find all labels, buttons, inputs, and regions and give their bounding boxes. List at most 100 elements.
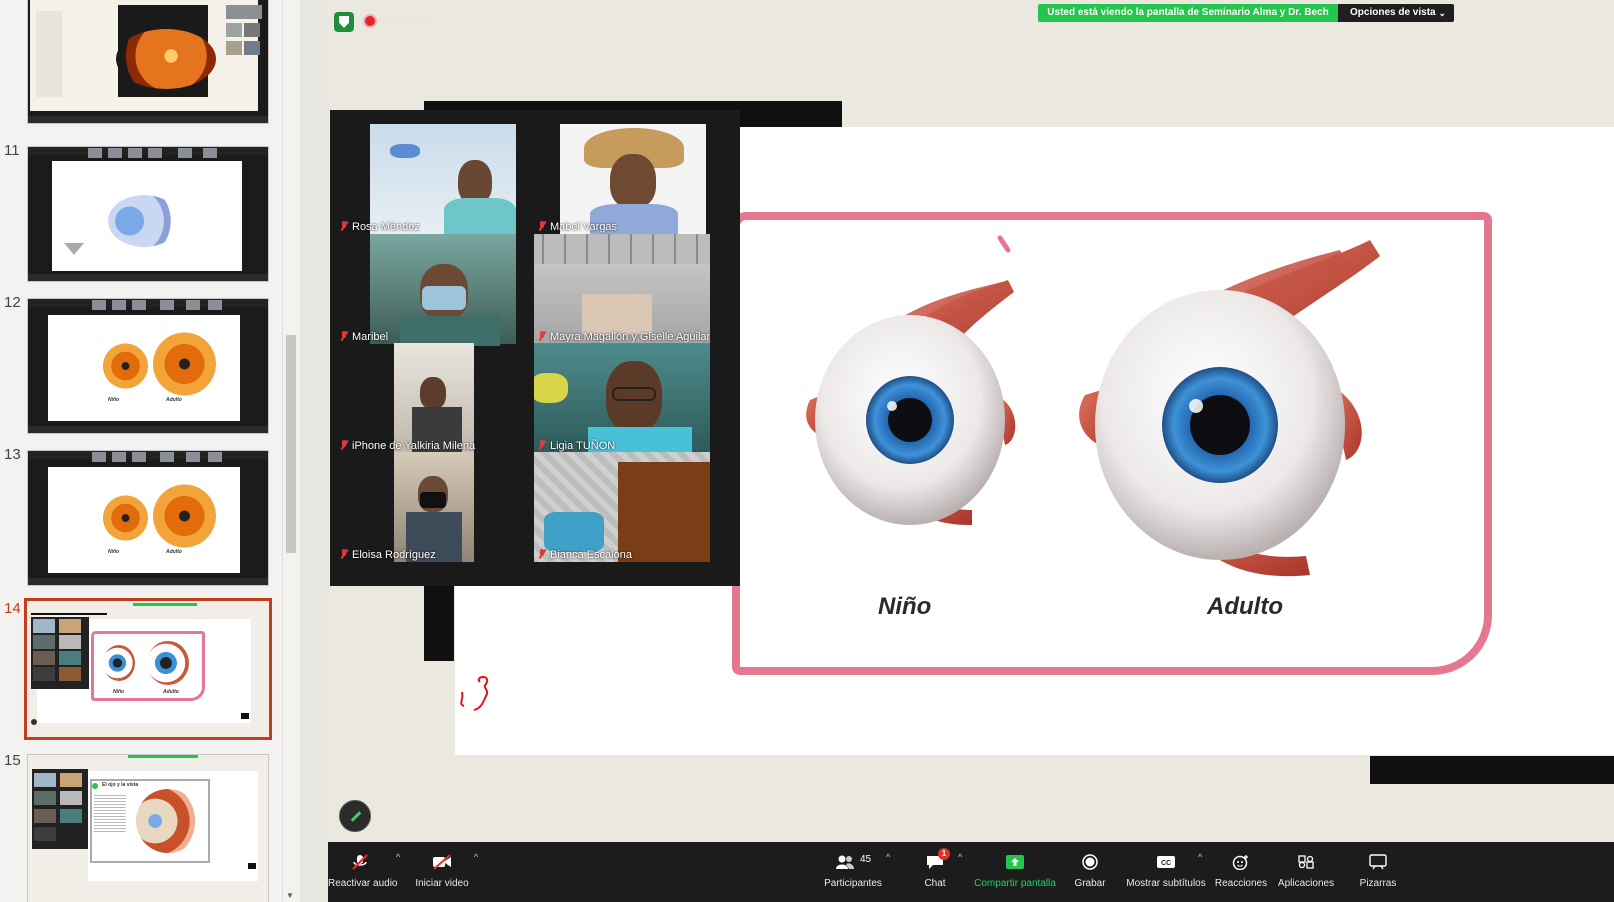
video-feed [534,234,710,344]
record-icon [1082,854,1098,870]
unmute-label: Reactivar audio [328,878,398,889]
reactions-button[interactable]: Reacciones [1214,842,1268,902]
thumbnail-frame[interactable]: Niño Adulto [27,450,269,586]
audio-options-caret-icon[interactable]: ^ [396,852,400,862]
thumbnail-number: 12 [4,294,21,311]
video-feed [560,124,706,236]
apps-button[interactable]: Aplicaciones [1272,842,1340,902]
participant-name: Ligia TUÑON [538,440,615,452]
recording-dot-icon [365,16,375,26]
muted-mic-icon [538,440,546,450]
thumbnail-label: Niño [113,689,125,695]
thumbnail-frame[interactable]: El ojo y la vista [27,754,269,902]
thumbnail-frame[interactable] [27,146,269,282]
thumbnail-number: 15 [4,752,21,769]
thumbnail-number: 14 [4,600,21,617]
video-tile[interactable]: Eloisa Rodríguez [336,452,536,564]
video-feed [534,343,710,453]
svg-text:CC: CC [1161,860,1171,867]
thumbnail-frame-active[interactable]: Niño Adulto [24,598,272,740]
meeting-toolbar: Reactivar audio ^ Iniciar video ^ 45 Par… [328,842,1614,902]
video-feed [370,124,516,236]
video-tile[interactable]: Mayra Magallón y Giselle Aguilar [534,234,734,346]
retina-image [116,29,216,89]
participant-gallery: Rosa Méndez Mabel Vargas Maribel Mayra M… [330,110,740,586]
recording-label: Grabando [380,14,429,26]
thumbnail-15[interactable]: 15 El ojo y la vista [0,750,286,902]
eye-label-adult: Adulto [1207,593,1283,620]
eye-diagram-image [108,195,180,247]
muted-mic-icon [340,440,348,450]
thumbnail-frame[interactable]: Niño Adulto [27,298,269,434]
muted-mic-icon [340,221,348,231]
video-tile[interactable]: Ligia TUÑON [534,343,734,455]
thumbnail-12[interactable]: 12 Niño Adulto [0,292,286,442]
muted-mic-icon [538,221,546,231]
view-options-button[interactable]: Opciones de vista ⌄ [1338,4,1454,22]
thumbnail-label: Adulto [163,689,179,695]
scroll-down-arrow-icon[interactable]: ▼ [286,891,294,900]
chevron-down-icon: ⌄ [1438,8,1446,18]
muted-mic-icon [340,331,348,341]
participants-icon [836,855,854,869]
share-screen-label: Compartir pantalla [974,878,1056,889]
video-feed [534,452,710,562]
view-options-label: Opciones de vista [1350,7,1436,18]
video-feed [394,452,474,562]
thumbnail-label: Adulto [166,397,182,403]
unmute-button[interactable]: Reactivar audio [328,842,398,902]
annotate-pencil-button[interactable] [339,800,371,832]
participants-label: Participantes [824,878,882,889]
participant-name: Mayra Magallón y Giselle Aguilar [538,331,710,343]
eye-illustrations [806,235,1380,577]
show-captions-button[interactable]: CC Mostrar subtítulos [1126,842,1206,902]
video-options-caret-icon[interactable]: ^ [474,852,478,862]
reactions-smiley-icon [1232,855,1248,870]
share-screen-button[interactable]: Compartir pantalla [974,842,1056,902]
video-tile[interactable]: Rosa Méndez [336,124,536,236]
scrollbar-thumb[interactable] [286,335,296,553]
whiteboards-button[interactable]: Pizarras [1352,842,1404,902]
thumbnail-frame[interactable] [27,0,269,124]
thumbnail-label: Niño [108,549,120,555]
thumbnail-scrollbar[interactable]: ▼ [282,0,298,902]
thumbnail-title: El ojo y la vista [102,782,139,788]
slide-decoration-bar [1370,756,1614,784]
child-eye-drawing [806,280,1016,525]
participant-name: Rosa Méndez [340,221,420,233]
video-tile[interactable]: Bianca Escalona [534,452,734,564]
chat-caret-icon[interactable]: ^ [958,852,962,862]
start-video-button[interactable]: Iniciar video [410,842,474,902]
participant-name: Eloisa Rodríguez [340,549,436,561]
video-tile[interactable]: Mabel Vargas [534,124,734,236]
muted-mic-icon [538,549,546,559]
participant-name: Mabel Vargas [538,221,617,233]
participant-name: iPhone de Yalkiria Milena [340,440,475,452]
thumbnail-10[interactable] [0,0,286,126]
chat-label: Chat [924,878,946,889]
thumbnail-13[interactable]: 13 Niño Adulto [0,444,286,594]
video-tile[interactable]: iPhone de Yalkiria Milena [336,343,536,455]
thumbnail-14[interactable]: 14 Niño Adulto [0,598,286,748]
closed-captions-icon: CC [1157,856,1175,868]
slide-thumbnail-pane: 11 12 Niño Adulto 13 Niño Adulto 14 Niño… [0,0,300,902]
muted-mic-icon [340,549,348,559]
eye-label-child: Niño [878,593,932,620]
show-captions-label: Mostrar subtítulos [1126,878,1206,889]
chat-button[interactable]: 1 Chat [914,842,956,902]
record-button[interactable]: Grabar [1068,842,1112,902]
security-shield-icon[interactable] [334,12,354,32]
video-off-icon [433,854,451,870]
video-tile[interactable]: Maribel [336,234,536,346]
chat-unread-badge: 1 [938,848,950,860]
apps-label: Aplicaciones [1277,878,1335,889]
adult-eye-drawing [1079,240,1380,577]
thumbnail-label: Adulto [166,549,182,555]
thumbnail-11[interactable]: 11 [0,140,286,290]
apps-icon [1298,855,1314,869]
start-video-label: Iniciar video [415,878,469,889]
participants-button[interactable]: 45 Participantes [822,842,884,902]
participants-caret-icon[interactable]: ^ [886,852,890,862]
captions-caret-icon[interactable]: ^ [1198,852,1202,862]
share-screen-icon [1006,855,1024,869]
